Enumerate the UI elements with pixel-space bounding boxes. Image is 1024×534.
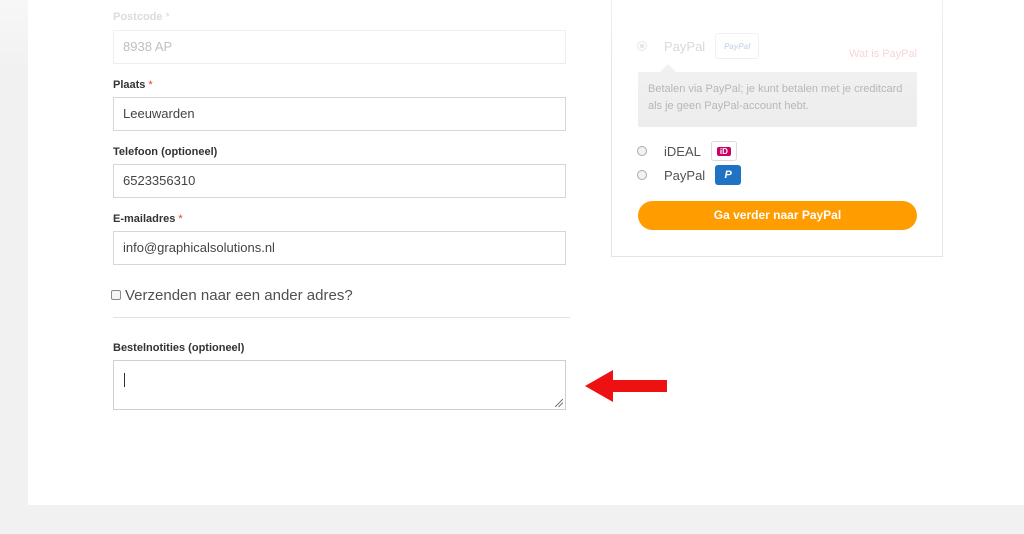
payment-option-paypal[interactable]: PayPal P	[637, 165, 742, 185]
text-caret	[124, 373, 125, 387]
ideal-icon: iD	[710, 141, 737, 161]
required-marker: *	[178, 213, 183, 225]
payment-radio[interactable]	[637, 41, 647, 51]
continue-to-paypal-button[interactable]: Ga verder naar PayPal	[638, 201, 917, 230]
city-field[interactable]: Leeuwarden	[113, 97, 566, 131]
arrow-left-icon	[585, 370, 667, 402]
postcode-label: Postcode *	[113, 11, 170, 23]
payment-option-paypal-top[interactable]: PayPal PayPal	[637, 33, 760, 59]
ship-different-label[interactable]: Verzenden naar een ander adres?	[125, 287, 353, 304]
payment-option-label-paypal: PayPal	[664, 167, 706, 183]
notes-label: Bestelnotities (optioneel)	[113, 342, 244, 354]
what-is-paypal-link[interactable]: Wat is PayPal	[849, 48, 917, 60]
email-field[interactable]: info@graphicalsolutions.nl	[113, 231, 566, 265]
city-label: Plaats *	[113, 79, 153, 91]
phone-label: Telefoon (optioneel)	[113, 146, 217, 158]
required-marker: *	[165, 11, 170, 23]
notes-label-text: Bestelnotities (optioneel)	[113, 342, 245, 354]
payment-radio-paypal[interactable]	[637, 170, 647, 180]
postcode-label-text: Postcode	[113, 11, 163, 23]
email-label: E-mailadres *	[113, 213, 183, 225]
paypal-logo-icon: PayPal	[715, 33, 760, 59]
divider	[113, 317, 570, 318]
payment-option-ideal[interactable]: iDEAL iD	[637, 141, 737, 161]
phone-label-text: Telefoon (optioneel)	[113, 146, 218, 158]
ship-different-row[interactable]: Verzenden naar een ander adres?	[111, 285, 353, 305]
ideal-badge-text: iD	[716, 146, 731, 156]
payment-description: Betalen via PayPal; je kunt betalen met …	[638, 64, 917, 127]
ship-different-checkbox[interactable]	[111, 290, 121, 300]
email-label-text: E-mailadres	[113, 213, 176, 225]
required-marker: *	[148, 79, 153, 91]
paypal-icon: P	[715, 165, 742, 185]
phone-field[interactable]: 6523356310	[113, 164, 566, 198]
postcode-field[interactable]: 8938 AP	[113, 30, 566, 64]
resize-handle[interactable]	[555, 399, 563, 407]
notes-textarea[interactable]	[113, 360, 566, 410]
payment-option-label-ideal: iDEAL	[664, 143, 701, 159]
payment-option-label: PayPal	[664, 38, 706, 54]
city-label-text: Plaats	[113, 79, 146, 91]
payment-radio-ideal[interactable]	[637, 146, 647, 156]
